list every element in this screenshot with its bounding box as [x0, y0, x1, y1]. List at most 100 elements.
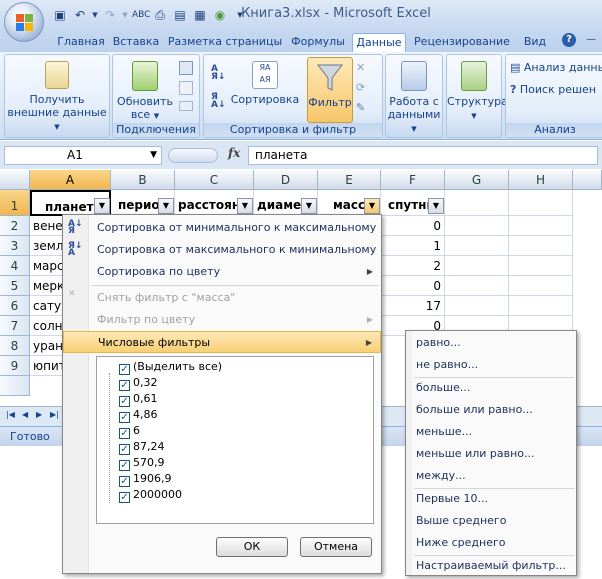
advanced-filter-icon[interactable]: ✎ — [356, 101, 365, 114]
menu-item-number-filters[interactable]: Числовые фильтры ▶ — [63, 331, 381, 353]
empty-cell[interactable] — [509, 190, 573, 216]
column-header-h[interactable]: H — [509, 170, 573, 190]
empty-cell[interactable] — [445, 236, 509, 256]
row-header[interactable]: 3 — [0, 236, 30, 256]
empty-cell[interactable] — [445, 190, 509, 216]
name-box[interactable]: A1 ▼ — [4, 146, 162, 165]
row-header[interactable]: 7 — [0, 316, 30, 336]
column-header-b[interactable]: B — [111, 170, 175, 190]
filter-button[interactable]: Фильтр — [307, 57, 353, 123]
column-header-f[interactable]: F — [381, 170, 445, 190]
row-header[interactable]: 6 — [0, 296, 30, 316]
menu-item-not-equals[interactable]: не равно... — [416, 355, 478, 375]
reapply-icon[interactable]: ⟳ — [356, 81, 365, 94]
table-cell[interactable]: 0 — [381, 216, 445, 236]
select-all-corner[interactable] — [0, 170, 30, 190]
filter-value-checkbox[interactable]: ✓ 2000000 — [119, 487, 182, 503]
filter-dropdown-mass[interactable]: ▼ — [364, 198, 380, 214]
table-cell[interactable]: 17 — [381, 296, 445, 316]
ribbon-minimize-icon[interactable]: — — [586, 34, 596, 45]
column-header-c[interactable]: C — [175, 170, 254, 190]
refresh-all-button[interactable]: Обновить все ▼ — [115, 61, 175, 123]
filter-value-checkbox[interactable]: ✓ 1906,9 — [119, 471, 172, 487]
sort-az-icon[interactable]: А Я↓ — [211, 65, 225, 82]
menu-item-below-average[interactable]: Ниже среднего — [416, 533, 505, 553]
edit-links-icon[interactable] — [179, 101, 193, 111]
column-header-e[interactable]: E — [318, 170, 381, 190]
clear-icon[interactable]: ✕ — [356, 61, 365, 74]
properties-icon[interactable] — [179, 81, 193, 95]
row-header[interactable]: 5 — [0, 276, 30, 296]
solver-button[interactable]: ? Поиск решен — [510, 83, 596, 96]
data-analysis-button[interactable]: ▤ Анализ данны — [510, 61, 602, 74]
table-cell[interactable]: 2 — [381, 256, 445, 276]
tab-insert[interactable]: Вставка — [110, 33, 162, 52]
sort-button[interactable]: ЯА АЯ Сортировка — [230, 61, 300, 106]
row-header[interactable]: 1 — [0, 190, 30, 216]
column-header-a[interactable]: A — [30, 170, 111, 190]
row-header[interactable] — [0, 376, 30, 396]
empty-cell[interactable] — [445, 256, 509, 276]
menu-item-less-or-equal[interactable]: меньше или равно... — [416, 444, 535, 464]
empty-cell[interactable] — [509, 236, 573, 256]
empty-cell[interactable] — [509, 296, 573, 316]
tab-data[interactable]: Данные — [352, 33, 406, 52]
outline-button[interactable]: Структура ▼ — [447, 61, 508, 123]
empty-cell[interactable] — [445, 296, 509, 316]
tab-page-layout[interactable]: Разметка страницы — [166, 33, 284, 52]
filter-dropdown-period[interactable]: ▼ — [158, 198, 174, 214]
menu-item-filter-by-color[interactable]: Фильтр по цвету ▶ — [63, 309, 381, 331]
filter-dropdown-planet[interactable]: ▼ — [94, 198, 110, 214]
sheet-nav-first-icon[interactable]: |◀ — [6, 410, 15, 419]
table-cell[interactable]: 1 — [381, 236, 445, 256]
column-header-d[interactable]: D — [254, 170, 318, 190]
row-header[interactable]: 9 — [0, 356, 30, 376]
sheet-nav-next-icon[interactable]: ▶ — [36, 410, 42, 419]
empty-cell[interactable] — [445, 276, 509, 296]
tab-formulas[interactable]: Формулы — [288, 33, 348, 52]
table-cell[interactable]: 0 — [381, 276, 445, 296]
filter-value-checkbox[interactable]: ✓ 0,61 — [119, 391, 158, 407]
tab-review[interactable]: Рецензирование — [410, 33, 514, 52]
filter-value-checkbox[interactable]: ✓ 570,9 — [119, 455, 165, 471]
tab-home[interactable]: Главная — [54, 33, 108, 52]
cancel-button[interactable]: Отмена — [300, 537, 372, 557]
row-header[interactable]: 4 — [0, 256, 30, 276]
empty-cell[interactable] — [509, 256, 573, 276]
menu-item-equals[interactable]: равно... — [416, 333, 461, 353]
menu-item-custom-filter[interactable]: Настраиваемый фильтр... — [416, 556, 566, 576]
tab-view[interactable]: Вид — [518, 33, 552, 52]
get-external-data-button[interactable]: Получить внешние данные ▼ — [7, 61, 107, 134]
help-icon[interactable]: ? — [562, 33, 576, 47]
menu-item-between[interactable]: между... — [416, 466, 466, 486]
office-button[interactable] — [4, 2, 44, 42]
row-header[interactable]: 8 — [0, 336, 30, 356]
column-header-partial[interactable] — [573, 170, 602, 190]
data-tools-button[interactable]: Работа с данными ▼ — [386, 61, 442, 136]
menu-item-less[interactable]: меньше... — [416, 422, 472, 442]
filter-value-checkbox[interactable]: ✓ (Выделить все) — [119, 359, 222, 375]
row-header[interactable]: 2 — [0, 216, 30, 236]
menu-item-sort-descending[interactable]: Я↓ А Сортировка от максимального к минима… — [63, 239, 381, 261]
filter-dropdown-satellites[interactable]: ▼ — [428, 198, 444, 214]
ok-button[interactable]: ОК — [216, 537, 288, 557]
name-box-dropdown-icon[interactable]: ▼ — [150, 147, 157, 164]
filter-value-checkbox[interactable]: ✓ 6 — [119, 423, 140, 439]
filter-dropdown-diameter[interactable]: ▼ — [301, 198, 317, 214]
filter-value-checkbox[interactable]: ✓ 4,86 — [119, 407, 158, 423]
menu-item-clear-filter[interactable]: ✕ Снять фильтр с "масса" — [63, 287, 381, 309]
empty-cell[interactable] — [445, 216, 509, 236]
insert-function-icon[interactable]: fx — [228, 146, 240, 160]
sort-za-icon[interactable]: Я А↓ — [211, 93, 226, 110]
formula-bar-splitter-icon[interactable] — [168, 148, 218, 163]
column-header-g[interactable]: G — [445, 170, 509, 190]
sheet-nav-last-icon[interactable]: ▶| — [50, 410, 59, 419]
empty-cell[interactable] — [509, 276, 573, 296]
menu-item-top-10[interactable]: Первые 10... — [416, 489, 488, 509]
filter-value-checkbox[interactable]: ✓ 0,32 — [119, 375, 158, 391]
formula-input[interactable]: планета — [248, 146, 598, 165]
menu-item-greater[interactable]: больше... — [416, 378, 470, 398]
filter-value-checkbox[interactable]: ✓ 87,24 — [119, 439, 165, 455]
menu-item-sort-by-color[interactable]: Сортировка по цвету ▶ — [63, 261, 381, 283]
empty-cell[interactable] — [509, 216, 573, 236]
